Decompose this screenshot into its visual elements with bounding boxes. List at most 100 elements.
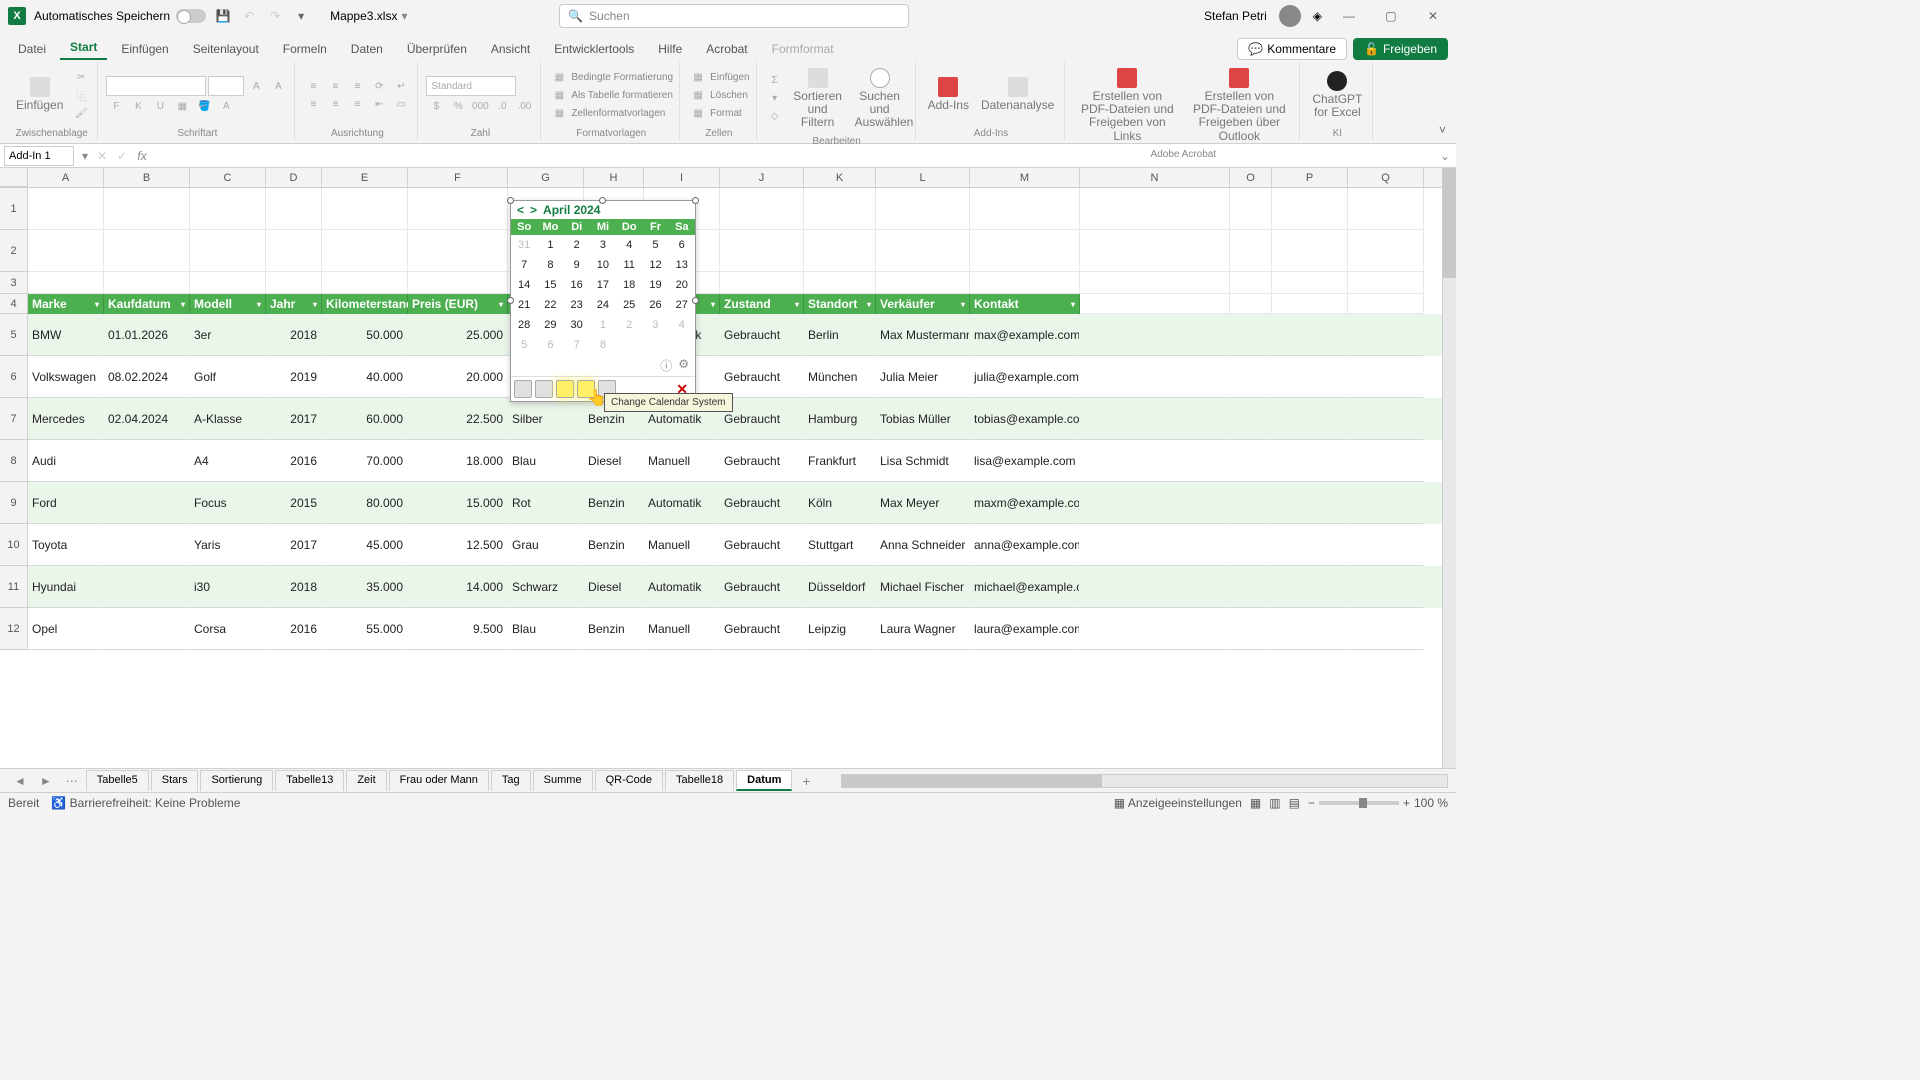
cell[interactable] [1230, 188, 1272, 230]
display-settings-button[interactable]: ▦ Anzeigeeinstellungen [1114, 796, 1242, 810]
cell[interactable] [1348, 566, 1424, 608]
table-cell[interactable]: Laura Wagner [876, 608, 970, 650]
cell[interactable] [1230, 272, 1272, 294]
horizontal-scrollbar[interactable] [841, 774, 1448, 788]
table-cell[interactable]: Diesel [584, 566, 644, 608]
view-break-icon[interactable]: ▤ [1289, 796, 1300, 810]
table-cell[interactable]: Mercedes [28, 398, 104, 440]
table-cell[interactable]: 70.000 [322, 440, 408, 482]
table-header[interactable]: Jahr▾ [266, 294, 322, 314]
info-icon[interactable]: ⓘ [660, 357, 672, 374]
table-cell[interactable]: Frankfurt [804, 440, 876, 482]
table-cell[interactable]: 15.000 [408, 482, 508, 524]
row-head[interactable]: 12 [0, 608, 28, 650]
table-cell[interactable]: i30 [190, 566, 266, 608]
table-cell[interactable]: Blau [508, 440, 584, 482]
column-head-Q[interactable]: Q [1348, 168, 1424, 187]
qat-dropdown-icon[interactable]: ▾ [292, 7, 310, 25]
table-cell[interactable]: Corsa [190, 608, 266, 650]
align-left-icon[interactable]: ≡ [303, 96, 323, 112]
maximize-button[interactable]: ▢ [1376, 6, 1406, 26]
calendar-day[interactable]: 12 [642, 255, 668, 275]
table-cell[interactable] [104, 440, 190, 482]
tab-ansicht[interactable]: Ansicht [481, 38, 540, 60]
table-cell[interactable]: Gebraucht [720, 566, 804, 608]
column-head-D[interactable]: D [266, 168, 322, 187]
filter-icon[interactable]: ▾ [867, 300, 871, 309]
select-all-corner[interactable] [0, 168, 28, 187]
calendar-popup[interactable]: < > April 2024 SoMoDiMiDoFrSa 3112345678… [510, 200, 696, 402]
table-cell[interactable] [104, 524, 190, 566]
document-name[interactable]: Mappe3.xlsx ▾ [330, 9, 407, 23]
table-cell[interactable]: 2019 [266, 356, 322, 398]
tab-datei[interactable]: Datei [8, 38, 56, 60]
cell[interactable] [804, 230, 876, 272]
calendar-tool-3[interactable] [556, 380, 574, 398]
worksheet-grid[interactable]: ABCDEFGHIJKLMNOPQ 1234Marke▾Kaufdatum▾Mo… [0, 168, 1456, 768]
table-cell[interactable]: Gebraucht [720, 482, 804, 524]
fx-icon[interactable]: fx [132, 149, 152, 163]
currency-icon[interactable]: $ [426, 98, 446, 114]
calendar-day[interactable]: 3 [590, 235, 616, 255]
cell[interactable] [804, 272, 876, 294]
table-cell[interactable]: 2016 [266, 608, 322, 650]
table-cell[interactable]: Manuell [644, 440, 720, 482]
data-analysis-button[interactable]: Datenanalyse [977, 75, 1058, 114]
save-icon[interactable]: 💾 [214, 7, 232, 25]
table-cell[interactable]: 22.500 [408, 398, 508, 440]
column-head-P[interactable]: P [1272, 168, 1348, 187]
align-bottom-icon[interactable]: ≡ [347, 78, 367, 94]
row-head[interactable]: 3 [0, 272, 28, 294]
calendar-day[interactable]: 7 [511, 255, 537, 275]
table-cell[interactable]: Diesel [584, 440, 644, 482]
row-head[interactable]: 7 [0, 398, 28, 440]
calendar-day[interactable]: 25 [616, 295, 642, 315]
table-cell[interactable]: laura@example.com [970, 608, 1080, 650]
table-header[interactable]: Kaufdatum▾ [104, 294, 190, 314]
cell[interactable] [970, 272, 1080, 294]
cell[interactable] [1272, 188, 1348, 230]
table-cell[interactable]: michael@example.com [970, 566, 1080, 608]
calendar-day[interactable]: 30 [564, 315, 590, 335]
table-cell[interactable]: Manuell [644, 524, 720, 566]
cell[interactable] [1272, 566, 1348, 608]
cell[interactable] [104, 188, 190, 230]
filter-icon[interactable]: ▾ [1071, 300, 1075, 309]
cell[interactable] [1230, 440, 1272, 482]
column-head-J[interactable]: J [720, 168, 804, 187]
table-cell[interactable]: 35.000 [322, 566, 408, 608]
sheet-nav-prev[interactable]: ◄ [8, 774, 32, 788]
table-header[interactable]: Preis (EUR)▾ [408, 294, 508, 314]
cell[interactable] [1348, 314, 1424, 356]
table-cell[interactable]: 14.000 [408, 566, 508, 608]
zoom-out-button[interactable]: − [1308, 796, 1315, 810]
calendar-day[interactable]: 23 [564, 295, 590, 315]
cell[interactable] [1348, 230, 1424, 272]
table-cell[interactable]: Hyundai [28, 566, 104, 608]
row-head[interactable]: 4 [0, 294, 28, 314]
calendar-day[interactable]: 4 [669, 315, 695, 335]
calendar-day[interactable]: 26 [642, 295, 668, 315]
table-cell[interactable]: Julia Meier [876, 356, 970, 398]
cell[interactable] [28, 188, 104, 230]
table-cell[interactable]: 2018 [266, 314, 322, 356]
table-cell[interactable]: Volkswagen [28, 356, 104, 398]
dec-decimal-icon[interactable]: .00 [514, 98, 534, 114]
calendar-day[interactable]: 9 [564, 255, 590, 275]
cell[interactable] [1272, 314, 1348, 356]
table-cell[interactable]: Max Mustermann [876, 314, 970, 356]
table-cell[interactable]: Gebraucht [720, 356, 804, 398]
cell[interactable] [266, 230, 322, 272]
cell[interactable] [1080, 356, 1230, 398]
table-cell[interactable]: Benzin [584, 482, 644, 524]
column-head-A[interactable]: A [28, 168, 104, 187]
calendar-day[interactable]: 5 [511, 335, 537, 355]
resize-handle[interactable] [507, 197, 514, 204]
indent-dec-icon[interactable]: ⇤ [369, 96, 389, 112]
calendar-day[interactable]: 6 [669, 235, 695, 255]
table-cell[interactable]: Golf [190, 356, 266, 398]
table-cell[interactable]: 2017 [266, 524, 322, 566]
cell[interactable] [720, 272, 804, 294]
style-item-0[interactable]: ▦Bedingte Formatierung [549, 69, 673, 85]
table-cell[interactable]: 08.02.2024 [104, 356, 190, 398]
